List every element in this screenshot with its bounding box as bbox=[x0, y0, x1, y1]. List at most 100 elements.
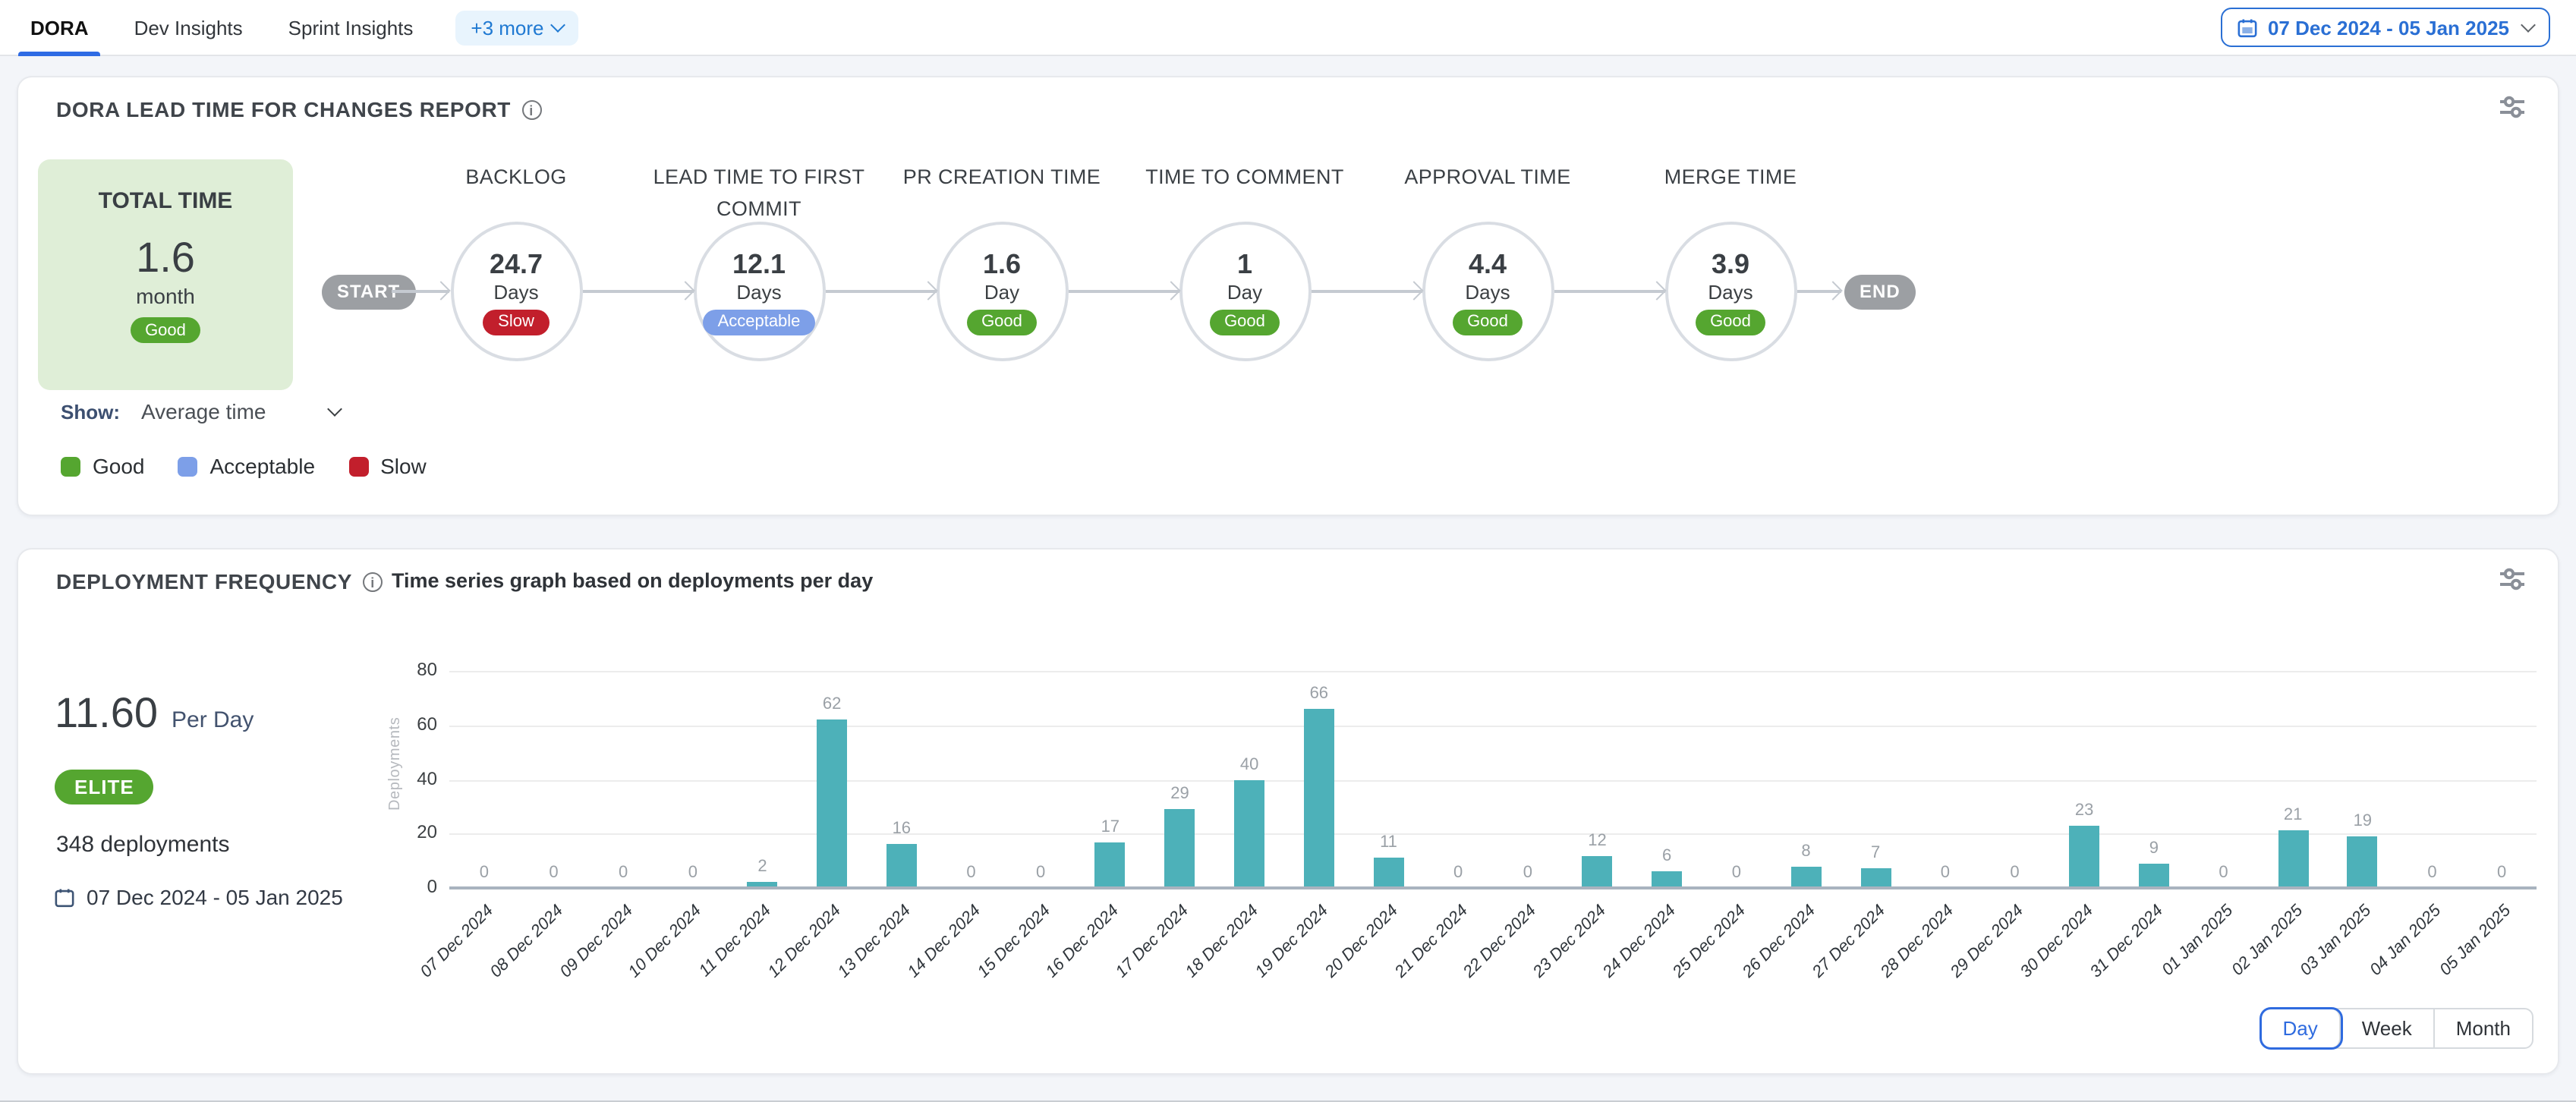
status-badge: Good bbox=[966, 309, 1038, 335]
bar bbox=[1234, 779, 1264, 888]
stage-circle: 3.9DaysGood bbox=[1664, 222, 1797, 361]
stage-unit: Day bbox=[984, 280, 1019, 303]
stage-unit: Days bbox=[1708, 280, 1752, 303]
stage-unit: Days bbox=[736, 280, 781, 303]
total-time-unit: month bbox=[136, 284, 195, 308]
lead-time-title-row: DORA LEAD TIME FOR CHANGES REPORT i bbox=[56, 97, 541, 121]
flow-end-pill: END bbox=[1844, 274, 1916, 309]
bar-value-label: 8 bbox=[1776, 842, 1837, 860]
toggle-day[interactable]: Day bbox=[2261, 1009, 2340, 1047]
status-badge: Slow bbox=[483, 309, 550, 335]
y-axis-tick: 20 bbox=[389, 822, 437, 843]
gridline bbox=[449, 671, 2537, 672]
date-range-picker[interactable]: 07 Dec 2024 - 05 Jan 2025 bbox=[2221, 8, 2550, 47]
info-icon[interactable]: i bbox=[521, 99, 541, 119]
chevron-down-icon bbox=[551, 17, 566, 33]
elite-tier-badge: ELITE bbox=[55, 770, 154, 804]
date-range-label: 07 Dec 2024 - 05 Jan 2025 bbox=[2268, 16, 2509, 39]
tab-sprint-insights[interactable]: Sprint Insights bbox=[285, 0, 417, 55]
legend-label: Good bbox=[93, 454, 145, 478]
deployments-bar-chart: 020406080007 Dec 2024008 Dec 2024009 Dec… bbox=[449, 671, 2537, 888]
flow-arrow bbox=[1068, 290, 1179, 292]
bar bbox=[1165, 809, 1195, 888]
bar-value-label: 19 bbox=[2332, 812, 2393, 830]
tab-dev-insights[interactable]: Dev Insights bbox=[131, 0, 246, 55]
stage-title: LEAD TIME TO FIRST COMMIT bbox=[638, 161, 880, 225]
status-badge: Good bbox=[1452, 309, 1523, 335]
deploy-rate-unit: Per Day bbox=[172, 707, 254, 733]
bar-value-label: 23 bbox=[2054, 801, 2115, 820]
x-axis-baseline bbox=[449, 886, 2537, 889]
lead-time-title: DORA LEAD TIME FOR CHANGES REPORT bbox=[56, 97, 511, 121]
bar bbox=[2069, 826, 2099, 888]
bar bbox=[1095, 842, 1126, 888]
stage-value: 24.7 bbox=[490, 248, 543, 279]
bar bbox=[1304, 709, 1334, 888]
deployment-title: DEPLOYMENT FREQUENCY bbox=[56, 569, 352, 594]
stage-title: TIME TO COMMENT bbox=[1123, 161, 1366, 193]
tabs-more-button[interactable]: +3 more bbox=[455, 10, 578, 45]
stage-circle: 1.6DayGood bbox=[936, 222, 1068, 361]
bar-value-label: 0 bbox=[2402, 864, 2463, 882]
bar-value-label: 0 bbox=[1985, 864, 2045, 882]
legend-label: Slow bbox=[380, 454, 427, 478]
bar-value-label: 0 bbox=[2471, 864, 2532, 882]
bar-value-label: 29 bbox=[1150, 785, 1211, 803]
stage-value: 12.1 bbox=[732, 248, 786, 279]
bar bbox=[2278, 831, 2308, 888]
flow-arrow bbox=[1554, 290, 1664, 292]
stage-title: MERGE TIME bbox=[1609, 161, 1852, 193]
gridline bbox=[449, 834, 2537, 836]
gridline bbox=[449, 779, 2537, 781]
filter-settings-icon[interactable] bbox=[2497, 568, 2527, 590]
stage-title: BACKLOG bbox=[395, 161, 638, 193]
toggle-week[interactable]: Week bbox=[2341, 1009, 2435, 1047]
bar-value-label: 11 bbox=[1359, 834, 1419, 852]
lead-time-card: DORA LEAD TIME FOR CHANGES REPORT i TOTA… bbox=[17, 76, 2559, 516]
tab-dora[interactable]: DORA bbox=[27, 0, 92, 55]
stage-value: 3.9 bbox=[1712, 248, 1749, 279]
bar-value-label: 2 bbox=[732, 858, 793, 877]
total-time-box: TOTAL TIME 1.6 month Good bbox=[38, 159, 293, 390]
total-time-value: 1.6 bbox=[136, 235, 195, 281]
status-badge: Acceptable bbox=[703, 309, 816, 335]
chevron-down-icon bbox=[2521, 17, 2536, 33]
stage-circle: 12.1Days Acceptable bbox=[693, 222, 825, 361]
bar-value-label: 0 bbox=[454, 864, 515, 882]
bar-value-label: 21 bbox=[2263, 807, 2323, 825]
bar-value-label: 0 bbox=[1428, 864, 1488, 882]
bar-value-label: 6 bbox=[1636, 848, 1697, 866]
filter-settings-icon[interactable] bbox=[2497, 96, 2527, 118]
flow-arrow bbox=[825, 290, 936, 292]
toggle-month[interactable]: Month bbox=[2435, 1009, 2532, 1047]
flow-arrow bbox=[1311, 290, 1422, 292]
flow-arrow bbox=[392, 290, 449, 292]
bar bbox=[886, 845, 917, 888]
deployments-date-range: 07 Dec 2024 - 05 Jan 2025 bbox=[55, 885, 343, 909]
bar bbox=[817, 719, 847, 888]
gridline bbox=[449, 726, 2537, 727]
granularity-toggle: DayWeekMonth bbox=[2260, 1008, 2533, 1049]
legend-swatch bbox=[348, 456, 368, 476]
bar-value-label: 17 bbox=[1080, 817, 1141, 836]
legend-item: Slow bbox=[348, 454, 427, 478]
show-dropdown[interactable]: Average time bbox=[141, 399, 340, 423]
y-axis-tick: 40 bbox=[389, 767, 437, 789]
bar bbox=[1652, 872, 1682, 888]
bar-value-label: 0 bbox=[1010, 864, 1071, 882]
stage-unit: Days bbox=[493, 280, 538, 303]
legend-label: Acceptable bbox=[210, 454, 316, 478]
deployments-total: 348 deployments bbox=[56, 832, 230, 858]
bar-value-label: 0 bbox=[2193, 864, 2254, 882]
bar-value-label: 0 bbox=[1706, 864, 1767, 882]
dashboard-page: DORA Dev Insights Sprint Insights +3 more 0… bbox=[0, 0, 2576, 1102]
stage-unit: Day bbox=[1227, 280, 1262, 303]
deployment-title-row: DEPLOYMENT FREQUENCY i bbox=[56, 569, 383, 594]
bar-value-label: 0 bbox=[524, 864, 584, 882]
bar-value-label: 40 bbox=[1219, 755, 1280, 773]
bar bbox=[2348, 836, 2378, 888]
flow-arrow bbox=[1797, 290, 1841, 292]
stage-title: APPROVAL TIME bbox=[1366, 161, 1609, 193]
stage-circle: 24.7Days Slow bbox=[450, 222, 582, 361]
info-icon[interactable]: i bbox=[363, 571, 383, 591]
